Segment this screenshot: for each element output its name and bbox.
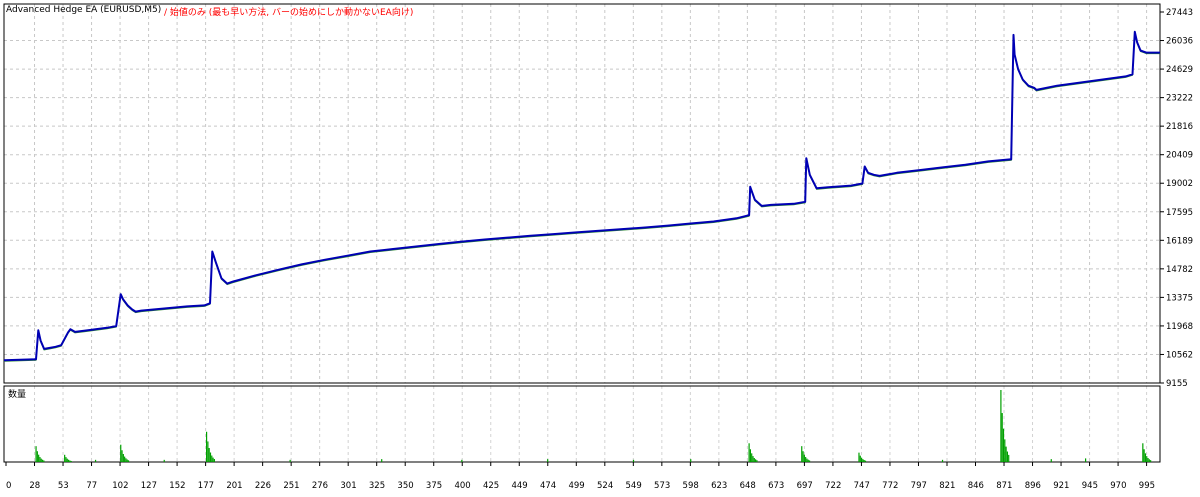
x-tick-label: 102: [112, 481, 128, 491]
y-tick-label: 24629: [1166, 65, 1193, 75]
x-tick-label: 871: [996, 481, 1012, 491]
x-tick-label: 177: [198, 481, 214, 491]
volume-panel-label: 数量: [8, 388, 26, 400]
y-tick-label: 13375: [1166, 293, 1193, 303]
x-tick-label: 772: [882, 481, 898, 491]
x-tick-label: 350: [397, 481, 413, 491]
y-tick-label: 27443: [1166, 8, 1193, 18]
x-tick-label: 77: [86, 481, 97, 491]
x-tick-label: 623: [711, 481, 727, 491]
x-tick-label: 896: [1025, 481, 1041, 491]
x-tick-label: 301: [340, 481, 356, 491]
x-tick-label: 325: [369, 481, 385, 491]
chart-title: Advanced Hedge EA (EURUSD,M5): [6, 5, 162, 15]
x-tick-label: 375: [426, 481, 442, 491]
x-tick-label: 0: [6, 481, 11, 491]
x-tick-label: 201: [226, 481, 242, 491]
y-tick-label: 26036: [1166, 37, 1193, 47]
y-tick-label: 17595: [1166, 208, 1193, 218]
y-tick-label: 11968: [1166, 322, 1193, 332]
x-tick-label: 921: [1053, 481, 1069, 491]
x-tick-label: 673: [768, 481, 784, 491]
x-tick-label: 995: [1139, 481, 1155, 491]
x-tick-label: 425: [483, 481, 499, 491]
y-tick-label: 10562: [1166, 350, 1193, 360]
x-tick-label: 747: [854, 481, 870, 491]
y-tick-label: 14782: [1166, 265, 1193, 275]
x-tick-label: 127: [141, 481, 157, 491]
x-tick-label: 549: [626, 481, 642, 491]
y-tick-label: 16189: [1166, 236, 1193, 246]
x-tick-label: 945: [1082, 481, 1098, 491]
chart-subtitle: / 始値のみ (最も早い方法, バーの始めにしか動かないEA向け): [164, 8, 414, 18]
x-tick-label: 846: [968, 481, 984, 491]
x-tick-label: 648: [740, 481, 756, 491]
x-tick-label: 400: [454, 481, 470, 491]
x-tick-label: 573: [654, 481, 670, 491]
chart-canvas: 27443 26036 24629 23222 21816 20409 19002 17595…: [0, 0, 1200, 493]
y-tick-label: 20409: [1166, 151, 1193, 161]
x-tick-label: 524: [597, 481, 613, 491]
x-tick-label: 697: [797, 481, 813, 491]
y-tick-label: 19002: [1166, 179, 1193, 189]
y-tick-label: 9155: [1166, 379, 1188, 389]
x-tick-label: 226: [255, 481, 271, 491]
x-tick-label: 251: [283, 481, 299, 491]
x-tick-label: 797: [911, 481, 927, 491]
x-tick-label: 821: [939, 481, 955, 491]
x-tick-label: 474: [540, 481, 556, 491]
x-tick-label: 598: [683, 481, 699, 491]
x-tick-label: 152: [169, 481, 185, 491]
y-tick-label: 23222: [1166, 94, 1193, 104]
y-tick-label: 21816: [1166, 122, 1193, 132]
x-tick-label: 499: [568, 481, 584, 491]
chart-window: 27443 26036 24629 23222 21816 20409 19002 17595…: [0, 0, 1200, 493]
x-tick-label: 28: [29, 481, 40, 491]
x-tick-label: 276: [312, 481, 328, 491]
x-tick-label: 53: [58, 481, 69, 491]
x-tick-label: 449: [511, 481, 527, 491]
x-tick-label: 970: [1110, 481, 1126, 491]
x-tick-label: 722: [825, 481, 841, 491]
